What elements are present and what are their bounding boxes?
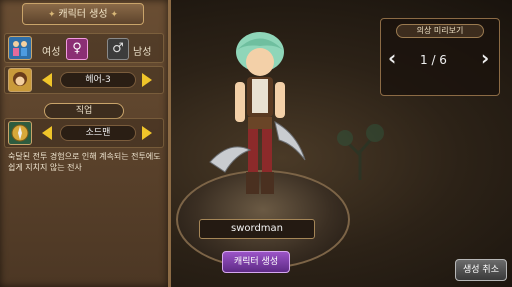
ornament-left-icon: ✦ <box>48 10 59 20</box>
female-symbol-icon: ♀ <box>72 41 82 56</box>
male-symbol-icon: ♂ <box>112 41 124 56</box>
job-emblem-icon <box>8 121 32 145</box>
job-header-text: 직업 <box>75 106 93 116</box>
create-character-button[interactable]: 캐릭터 생성 <box>222 251 290 273</box>
job-description: 숙달된 전투 경험으로 인해 계속되는 전투에도 쉽게 지치지 않는 전사 <box>8 152 161 172</box>
hair-icon <box>8 68 32 92</box>
costume-preview-label: 의상 미리보기 <box>396 24 484 38</box>
character-model[interactable] <box>205 22 315 212</box>
job-header: 직업 <box>44 103 124 119</box>
male-toggle[interactable]: ♂ <box>107 38 129 60</box>
chevron-right-icon[interactable]: › <box>481 46 489 70</box>
ornament-right-icon: ✦ <box>107 10 118 20</box>
panel-title: ✦ 캐릭터 생성 ✦ <box>22 3 144 25</box>
female-toggle[interactable]: ♀ <box>66 38 88 60</box>
male-label: 남성 <box>133 47 152 58</box>
gender-icon <box>8 36 32 60</box>
cancel-creation-button[interactable]: 생성 취소 <box>455 259 507 281</box>
hair-next-arrow[interactable] <box>142 73 152 87</box>
female-label: 여성 <box>42 47 61 58</box>
panel-title-text: 캐릭터 생성 <box>58 9 108 20</box>
job-prev-arrow[interactable] <box>42 126 52 140</box>
job-next-arrow[interactable] <box>142 126 152 140</box>
character-name-input[interactable]: swordman <box>199 219 315 239</box>
foliage-decoration <box>337 124 384 180</box>
costume-page-indicator: 1 / 6 <box>420 53 447 67</box>
job-value: 소드맨 <box>60 125 136 141</box>
hair-value: 헤어-3 <box>60 72 136 88</box>
chevron-left-icon[interactable]: ‹ <box>388 46 396 70</box>
hair-prev-arrow[interactable] <box>42 73 52 87</box>
